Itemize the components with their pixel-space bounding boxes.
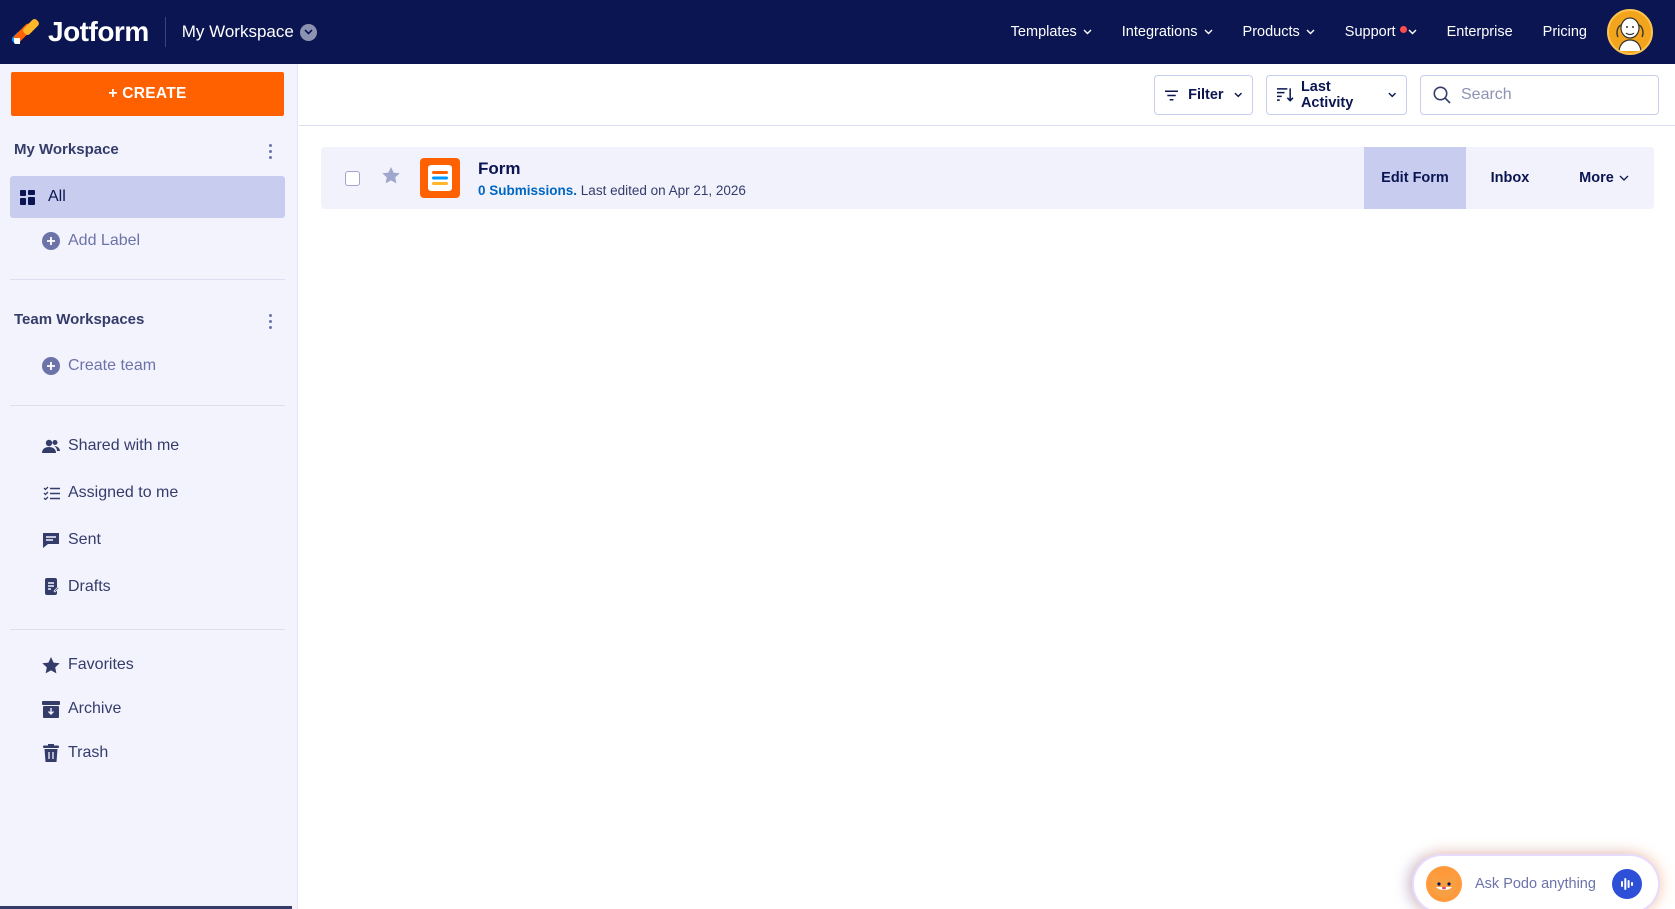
chevron-down-icon xyxy=(1234,92,1242,98)
header-divider xyxy=(164,17,166,47)
list-toolbar: Filter Last Activity xyxy=(299,64,1675,126)
sidebar-item-label: Assigned to me xyxy=(68,484,179,501)
nav-integrations[interactable]: Integrations xyxy=(1122,24,1213,40)
sidebar: + CREATE My Workspace All Add Label Team… xyxy=(0,64,298,909)
sort-label: Last Activity xyxy=(1300,79,1354,111)
nav-templates[interactable]: Templates xyxy=(1011,24,1092,40)
sidebar-item-archive[interactable]: Archive xyxy=(42,700,121,718)
sort-button[interactable]: Last Activity xyxy=(1266,75,1407,115)
workspace-label: My Workspace xyxy=(181,22,294,41)
create-button[interactable]: + CREATE xyxy=(11,72,284,116)
draft-icon xyxy=(42,578,60,596)
nav-support-label: Support xyxy=(1344,24,1396,40)
sidebar-divider xyxy=(10,629,285,630)
archive-icon xyxy=(42,700,60,718)
top-navigation-bar: Jotform My Workspace Templates Integrati… xyxy=(0,0,1675,64)
sidebar-item-drafts[interactable]: Drafts xyxy=(42,578,111,596)
star-icon xyxy=(42,656,60,674)
nav-enterprise-label: Enterprise xyxy=(1446,24,1513,40)
sidebar-item-sent[interactable]: Sent xyxy=(42,531,101,549)
chevron-down-icon xyxy=(1387,92,1396,98)
add-label-text: Add Label xyxy=(68,232,141,249)
nav-products-label: Products xyxy=(1242,24,1300,40)
sidebar-item-label: Trash xyxy=(68,744,109,761)
podo-avatar-icon xyxy=(1426,866,1462,902)
filter-button[interactable]: Filter xyxy=(1154,75,1253,115)
sidebar-item-shared-with-me[interactable]: Shared with me xyxy=(42,437,179,455)
sidebar-divider xyxy=(10,405,285,406)
chevron-down-icon xyxy=(1083,29,1092,35)
sidebar-item-assigned-to-me[interactable]: Assigned to me xyxy=(42,484,178,502)
more-button[interactable]: More xyxy=(1554,147,1654,209)
sidebar-divider xyxy=(10,279,285,280)
voice-input-icon[interactable] xyxy=(1612,869,1642,899)
more-vertical-icon[interactable] xyxy=(269,314,273,332)
create-team-button[interactable]: Create team xyxy=(42,357,156,375)
nav-integrations-label: Integrations xyxy=(1121,24,1198,40)
chevron-down-icon xyxy=(1306,29,1315,35)
sidebar-item-label: Drafts xyxy=(68,578,111,595)
ask-podo-prompt: Ask Podo anything xyxy=(1475,876,1596,892)
checklist-icon xyxy=(42,484,60,502)
plus-circle-icon xyxy=(42,357,60,375)
search-input[interactable] xyxy=(1461,86,1651,104)
form-list-item[interactable]: Form 0 Submissions. Last edited on Apr 2… xyxy=(321,147,1654,209)
nav-templates-label: Templates xyxy=(1010,24,1077,40)
form-details: 0 Submissions. Last edited on Apr 21, 20… xyxy=(478,183,746,198)
chevron-down-icon xyxy=(299,23,317,41)
nav-pricing[interactable]: Pricing xyxy=(1543,24,1587,40)
users-icon xyxy=(42,437,60,455)
team-workspaces-heading: Team Workspaces xyxy=(14,311,145,328)
sort-icon xyxy=(1277,88,1294,102)
main-nav: Templates Integrations Products Support … xyxy=(1011,0,1675,64)
sidebar-item-trash[interactable]: Trash xyxy=(42,744,108,762)
chevron-down-icon xyxy=(1204,29,1213,35)
jotform-logo-icon xyxy=(10,17,41,46)
avatar-portrait-icon xyxy=(1616,17,1644,51)
form-actions: Edit Form Inbox More xyxy=(1364,147,1654,209)
brand-name: Jotform xyxy=(48,16,149,47)
last-edited-text: Last edited on Apr 21, 2026 xyxy=(580,182,746,198)
ask-podo-widget[interactable]: Ask Podo anything xyxy=(1414,856,1658,909)
nav-enterprise[interactable]: Enterprise xyxy=(1447,24,1513,40)
sidebar-item-all[interactable]: All xyxy=(10,176,285,218)
add-label-button[interactable]: Add Label xyxy=(42,232,140,250)
search-field[interactable] xyxy=(1420,75,1659,115)
filter-icon xyxy=(1165,90,1179,100)
submissions-link[interactable]: 0 Submissions. xyxy=(478,183,577,198)
plus-circle-icon xyxy=(42,232,60,250)
notification-dot xyxy=(1399,26,1407,33)
sidebar-item-all-label: All xyxy=(48,188,66,205)
trash-icon xyxy=(42,744,60,762)
inbox-button[interactable]: Inbox xyxy=(1466,147,1554,209)
workspace-switcher[interactable]: My Workspace xyxy=(182,22,317,42)
edit-form-button[interactable]: Edit Form xyxy=(1364,147,1466,209)
nav-support[interactable]: Support xyxy=(1345,24,1417,40)
sidebar-item-label: Shared with me xyxy=(68,437,180,454)
select-checkbox[interactable] xyxy=(345,170,360,186)
user-avatar[interactable] xyxy=(1607,9,1653,55)
search-icon xyxy=(1433,86,1451,104)
grid-icon xyxy=(20,189,36,205)
chevron-down-icon xyxy=(1408,29,1417,35)
nav-pricing-label: Pricing xyxy=(1542,24,1587,40)
sidebar-item-label: Archive xyxy=(68,700,122,717)
my-workspace-heading: My Workspace xyxy=(14,141,119,158)
create-team-text: Create team xyxy=(68,357,157,374)
sidebar-item-label: Sent xyxy=(68,531,101,548)
message-icon xyxy=(42,531,60,549)
more-label: More xyxy=(1579,170,1614,186)
sidebar-item-favorites[interactable]: Favorites xyxy=(42,656,134,674)
favorite-star-icon[interactable] xyxy=(382,167,400,189)
sidebar-item-label: Favorites xyxy=(68,656,134,673)
form-info: Form 0 Submissions. Last edited on Apr 2… xyxy=(478,159,746,198)
chevron-down-icon xyxy=(1619,175,1629,181)
nav-products[interactable]: Products xyxy=(1243,24,1315,40)
filter-label: Filter xyxy=(1188,87,1224,103)
jotform-logo[interactable]: Jotform xyxy=(10,0,149,64)
form-type-icon xyxy=(420,158,460,198)
form-title[interactable]: Form xyxy=(478,159,746,179)
more-vertical-icon[interactable] xyxy=(269,144,273,162)
